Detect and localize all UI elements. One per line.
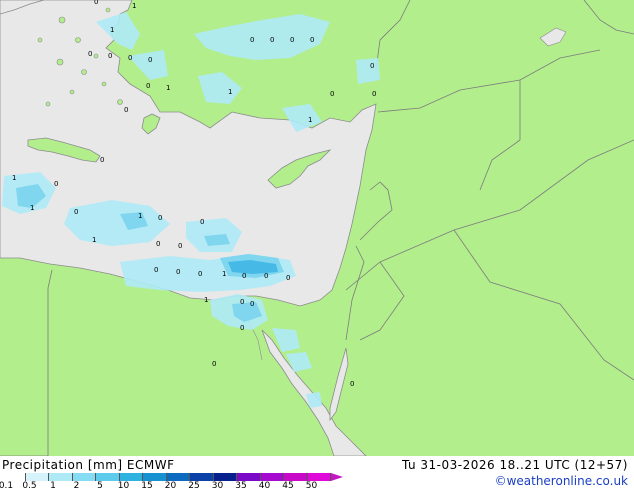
precip-value-label: 0 (124, 106, 128, 114)
precip-value-label: 0 (176, 268, 180, 276)
product-title: Precipitation [mm] (2, 458, 123, 472)
precip-value-label: 0 (74, 208, 78, 216)
precip-value-label: 0 (250, 36, 254, 44)
precip-value-label: 1 (228, 88, 232, 96)
precip-value-label: 0 (240, 298, 244, 306)
legend-swatch (307, 473, 331, 481)
precip-value-label: 0 (148, 56, 152, 64)
legend-swatch (190, 473, 214, 481)
model-name: ECMWF (126, 458, 175, 472)
precip-value-label: 0 (100, 156, 104, 164)
precip-value-label: 0 (250, 300, 254, 308)
legend-swatch (49, 473, 73, 481)
legend-swatch (213, 473, 237, 481)
precip-value-label: 0 (178, 242, 182, 250)
precip-value-label: 1 (132, 2, 136, 10)
precip-value-label: 0 (198, 270, 202, 278)
precip-value-label: 0 (242, 272, 246, 280)
precip-value-label: 1 (204, 296, 208, 304)
precip-value-label: 0 (88, 50, 92, 58)
precip-value-label: 0 (290, 36, 294, 44)
precip-value-label: 0 (200, 218, 204, 226)
legend-swatch (119, 473, 143, 481)
map-footer: Precipitation [mm] ECMWF Tu 31-03-2026 1… (0, 456, 634, 491)
precip-value-label: 0 (330, 90, 334, 98)
precip-value-label: 0 (286, 274, 290, 282)
credit-link[interactable]: ©weatheronline.co.uk (495, 474, 628, 488)
legend-swatch (237, 473, 261, 481)
precip-value-label: 0 (128, 54, 132, 62)
legend-swatch (284, 473, 308, 481)
precip-value-label: 0 (54, 180, 58, 188)
precip-value-label: 1 (222, 270, 226, 278)
map-canvas: 0 110 0 0 00 0 0 000 1001 010011 0 1 0 01 0 00 0 1 0 0 001 0 0… (0, 0, 634, 456)
legend-swatch (72, 473, 96, 481)
legend-swatch (166, 473, 190, 481)
precip-value-label: 0 (372, 90, 376, 98)
valid-time: Tu 31-03-2026 18..21 UTC (12+57) (401, 458, 628, 472)
precip-value-label: 1 (308, 116, 312, 124)
legend-arrow (331, 473, 343, 481)
precip-value-label: 1 (92, 236, 96, 244)
precip-value-label: 0 (146, 82, 150, 90)
precip-value-label: 0 (370, 62, 374, 70)
precip-value-label: 0 (310, 36, 314, 44)
legend-swatch (143, 473, 167, 481)
precip-value-label: 1 (166, 84, 170, 92)
map-title: Precipitation [mm] ECMWF (2, 458, 174, 472)
precip-value-label: 0 (350, 380, 354, 388)
legend-swatch (96, 473, 120, 481)
precip-value-label: 1 (12, 174, 16, 182)
precip-value-label: 0 (270, 36, 274, 44)
legend-swatch (2, 473, 26, 481)
legend-swatch (25, 473, 49, 481)
precip-value-label: 0 (154, 266, 158, 274)
precip-value-label: 1 (138, 212, 142, 220)
legend-colorbar (2, 473, 343, 481)
precip-value-label: 1 (110, 26, 114, 34)
precip-value-label: 0 (156, 240, 160, 248)
precipitation-map: 0110000000000100101001101001000010000100… (0, 0, 634, 456)
precip-value-label: 0 (212, 360, 216, 368)
precip-value-label: 0 (108, 52, 112, 60)
precip-value-label: 0 (158, 214, 162, 222)
precip-value-label: 1 (30, 204, 34, 212)
precip-value-label: 0 (264, 272, 268, 280)
precip-value-label: 0 (94, 0, 98, 6)
precip-value-label: 0 (240, 324, 244, 332)
legend-swatch (260, 473, 284, 481)
